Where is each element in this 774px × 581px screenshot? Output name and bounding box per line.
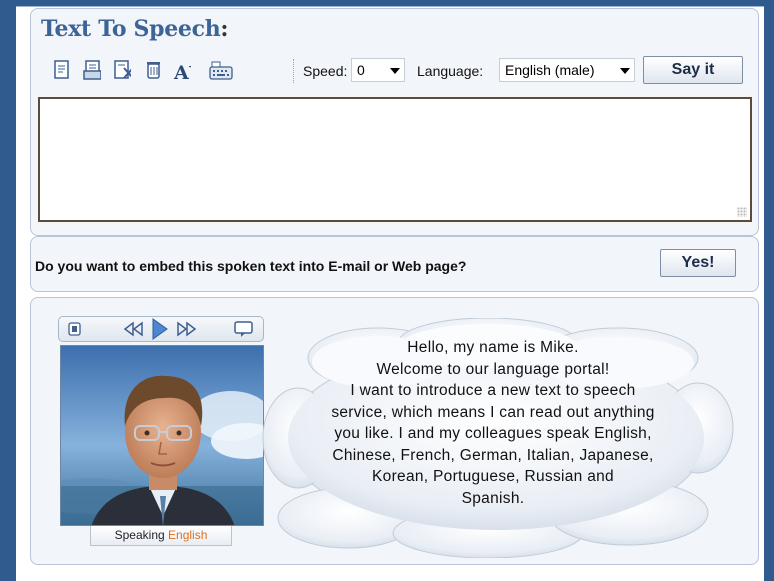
- fast-forward-icon[interactable]: [175, 321, 197, 337]
- text-to-speech-panel: Text To Speech: A Speed: 0 Language: Eng…: [30, 8, 759, 236]
- chevron-down-icon: [620, 68, 630, 74]
- menu-icon[interactable]: [68, 321, 82, 337]
- speech-bubble-icon[interactable]: [233, 320, 255, 338]
- open-document-icon[interactable]: [83, 59, 101, 81]
- resize-grip-icon[interactable]: [737, 207, 747, 217]
- toolbar-separator: [293, 59, 294, 83]
- font-size-icon[interactable]: A +: [173, 59, 191, 81]
- speech-line: Hello, my name is Mike.: [407, 339, 579, 356]
- speaking-status: Speaking English: [90, 526, 232, 546]
- keyboard-icon[interactable]: [209, 59, 235, 81]
- speaking-label: Speaking: [114, 528, 165, 542]
- player-controls: [58, 316, 264, 342]
- play-icon[interactable]: [151, 318, 169, 340]
- embed-question: Do you want to embed this spoken text in…: [35, 258, 467, 274]
- speaking-language: English: [168, 528, 208, 542]
- speech-line: I want to introduce a new text to speech: [350, 382, 636, 399]
- toolbar: A + Speed: 0 Language: English (male) Sa…: [41, 55, 751, 85]
- embed-yes-button[interactable]: Yes!: [660, 249, 736, 277]
- speech-line: Welcome to our language portal!: [376, 360, 610, 378]
- speed-select[interactable]: 0: [351, 58, 405, 82]
- embed-panel: Do you want to embed this spoken text in…: [30, 236, 759, 292]
- speech-line: service, which means I can read out anyt…: [331, 403, 655, 421]
- cut-document-icon[interactable]: [113, 59, 131, 81]
- speech-line: Spanish.: [461, 489, 525, 507]
- svg-text:+: +: [188, 60, 191, 73]
- delete-icon[interactable]: [145, 59, 163, 81]
- speech-text: Hello, my name is Mike. Welcome to our l…: [268, 337, 718, 509]
- page-title: Text To Speech:: [41, 16, 229, 42]
- language-value: English (male): [505, 62, 595, 78]
- avatar-image: [60, 345, 264, 526]
- rewind-icon[interactable]: [123, 321, 145, 337]
- language-select[interactable]: English (male): [499, 58, 635, 82]
- speech-line: Korean, Portuguese, Russian and: [372, 468, 614, 485]
- language-label: Language:: [417, 63, 484, 79]
- speed-label: Speed:: [303, 63, 348, 79]
- speed-value: 0: [357, 62, 365, 78]
- chevron-down-icon: [390, 68, 400, 74]
- say-it-button[interactable]: Say it: [643, 56, 743, 84]
- new-document-icon[interactable]: [53, 59, 71, 81]
- speech-line: Chinese, French, German, Italian, Japane…: [332, 446, 654, 464]
- speech-line: you like. I and my colleagues speak Engl…: [334, 425, 652, 442]
- svg-text:A: A: [173, 62, 189, 81]
- text-input-area[interactable]: [38, 97, 752, 222]
